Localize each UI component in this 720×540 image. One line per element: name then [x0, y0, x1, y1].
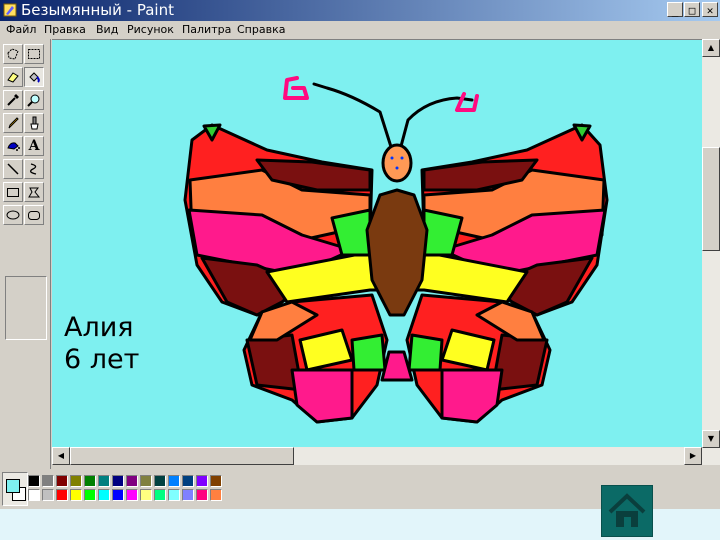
palette-swatch[interactable]: [28, 489, 40, 501]
free-select-icon: [7, 48, 19, 60]
scroll-left-button[interactable]: ◀: [52, 447, 70, 465]
menu-help[interactable]: Справка: [237, 22, 285, 38]
palette-swatch[interactable]: [112, 475, 124, 487]
home-button[interactable]: [601, 485, 653, 537]
drawing-canvas[interactable]: Алия 6 лет: [52, 40, 702, 447]
tool-rect-select[interactable]: [24, 44, 44, 64]
palette-swatch[interactable]: [168, 489, 180, 501]
tool-curve[interactable]: [24, 159, 44, 179]
palette-swatch[interactable]: [126, 489, 138, 501]
current-colors[interactable]: [2, 472, 28, 506]
palette-swatch[interactable]: [154, 489, 166, 501]
palette-swatch[interactable]: [56, 489, 68, 501]
vertical-scrollbar[interactable]: ▲ ▼: [702, 39, 720, 465]
menu-bar: Файл Правка Вид Рисунок Палитра Справка: [0, 21, 720, 39]
home-icon: [608, 493, 646, 527]
maximize-button[interactable]: □: [684, 2, 700, 17]
tool-rectangle[interactable]: [3, 182, 23, 202]
color-picker-icon: [7, 94, 19, 106]
magnifier-icon: [27, 94, 40, 107]
palette-swatch[interactable]: [42, 489, 54, 501]
tool-pencil[interactable]: [3, 113, 23, 133]
palette-swatch[interactable]: [182, 475, 194, 487]
palette-swatch[interactable]: [56, 475, 68, 487]
vertical-scroll-thumb[interactable]: [702, 147, 720, 251]
horizontal-scrollbar[interactable]: ◀ ▶: [52, 447, 702, 465]
menu-edit[interactable]: Правка: [44, 22, 86, 38]
palette-swatch[interactable]: [168, 475, 180, 487]
foreground-color-swatch[interactable]: [6, 479, 20, 493]
tool-magnifier[interactable]: [24, 90, 44, 110]
horizontal-scroll-thumb[interactable]: [70, 447, 294, 465]
palette-swatch[interactable]: [70, 475, 82, 487]
minimize-button[interactable]: _: [667, 2, 683, 17]
curve-icon: [29, 163, 37, 175]
palette-swatch[interactable]: [140, 475, 152, 487]
tool-free-select[interactable]: [3, 44, 23, 64]
signature-line-age: 6 лет: [64, 344, 140, 375]
paint-brush-icon: [3, 3, 17, 17]
palette-swatch[interactable]: [84, 475, 96, 487]
scroll-right-button[interactable]: ▶: [684, 447, 702, 465]
tool-eraser[interactable]: [3, 67, 23, 87]
title-bar: Безымянный - Paint _ □ ✕: [0, 0, 720, 21]
palette-swatch[interactable]: [210, 489, 222, 501]
pencil-icon: [8, 117, 19, 129]
text-icon: A: [28, 138, 40, 154]
palette-swatch[interactable]: [196, 489, 208, 501]
palette-swatch[interactable]: [182, 489, 194, 501]
butterfly-drawing: [183, 76, 609, 424]
menu-file[interactable]: Файл: [6, 22, 36, 38]
tool-options-panel[interactable]: [5, 276, 47, 340]
tool-airbrush[interactable]: [3, 136, 23, 156]
airbrush-icon: [7, 142, 20, 151]
rect-select-icon: [28, 49, 40, 59]
palette-swatch[interactable]: [112, 489, 124, 501]
signature-line-name: Алия: [64, 312, 134, 343]
palette-swatch[interactable]: [98, 489, 110, 501]
scroll-down-button[interactable]: ▼: [702, 430, 720, 448]
scroll-up-button[interactable]: ▲: [702, 39, 720, 57]
toolbox: A: [0, 39, 51, 469]
tool-ellipse[interactable]: [3, 205, 23, 225]
close-button[interactable]: ✕: [702, 2, 718, 17]
palette-swatch[interactable]: [42, 475, 54, 487]
tool-color-picker[interactable]: [3, 90, 23, 110]
palette-swatch[interactable]: [196, 475, 208, 487]
tool-line[interactable]: [3, 159, 23, 179]
brush-icon: [30, 116, 39, 130]
tool-text[interactable]: A: [24, 136, 44, 156]
ellipse-icon: [6, 210, 20, 220]
line-icon: [7, 163, 19, 175]
palette-swatch[interactable]: [140, 489, 152, 501]
eraser-icon: [7, 72, 19, 83]
palette-swatch[interactable]: [70, 489, 82, 501]
window-title: Безымянный - Paint: [21, 1, 174, 19]
canvas-area: Алия 6 лет: [52, 39, 702, 447]
palette-swatch[interactable]: [28, 475, 40, 487]
signature-text: Алия 6 лет: [64, 312, 139, 376]
palette-swatch[interactable]: [84, 489, 96, 501]
menu-view[interactable]: Вид: [96, 22, 118, 38]
tool-polygon[interactable]: [24, 182, 44, 202]
palette-swatch[interactable]: [210, 475, 222, 487]
palette-swatch[interactable]: [126, 475, 138, 487]
rounded-rect-icon: [28, 211, 40, 220]
tool-brush[interactable]: [24, 113, 44, 133]
tool-fill[interactable]: [24, 67, 44, 87]
tool-rounded-rect[interactable]: [24, 205, 44, 225]
palette-swatch[interactable]: [98, 475, 110, 487]
fill-bucket-icon: [29, 72, 40, 83]
menu-colors[interactable]: Палитра: [182, 22, 231, 38]
menu-image[interactable]: Рисунок: [127, 22, 174, 38]
palette-swatch[interactable]: [154, 475, 166, 487]
rectangle-icon: [7, 188, 19, 197]
polygon-icon: [28, 187, 41, 198]
